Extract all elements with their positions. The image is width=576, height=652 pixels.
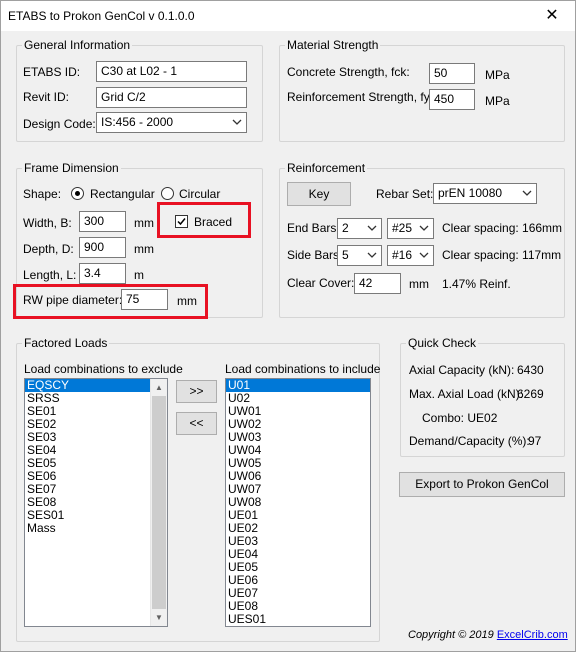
include-list-label: Load combinations to include xyxy=(225,362,381,376)
depth-input[interactable]: 900 xyxy=(79,237,126,258)
chevron-down-icon xyxy=(522,190,532,196)
demand-capacity-label: Demand/Capacity (%): xyxy=(409,434,530,448)
chevron-down-icon xyxy=(367,225,377,231)
side-bars-label: Side Bars: xyxy=(287,248,343,262)
braced-checkbox[interactable] xyxy=(175,215,188,228)
reinforcement-strength-label: Reinforcement Strength, fy: xyxy=(287,90,434,104)
close-icon[interactable]: ✕ xyxy=(529,1,575,31)
rw-pipe-diameter-unit: mm xyxy=(177,294,197,308)
chevron-down-icon xyxy=(419,225,429,231)
include-list-item[interactable]: UES01 xyxy=(226,613,370,626)
include-items: U01 U02 UW01 UW02 UW03 UW04 UW05 UW06 UW07 UW08 UE… xyxy=(226,379,370,626)
reinforcement-strength-input[interactable]: 450 xyxy=(429,89,475,110)
radio-dot-icon xyxy=(75,191,80,196)
include-listbox[interactable]: U01 U02 UW01 UW02 UW03 UW04 UW05 UW06 UW07 UW08 UE… xyxy=(225,378,371,627)
side-bars-count-select[interactable]: 5 xyxy=(337,245,382,266)
clear-cover-input[interactable]: 42 xyxy=(354,273,401,294)
checkmark-icon xyxy=(177,218,186,226)
add-combination-button[interactable]: >> xyxy=(176,380,217,403)
shape-circular-label: Circular xyxy=(179,187,221,201)
scroll-down-icon[interactable]: ▼ xyxy=(151,609,167,626)
shape-circular-radio[interactable] xyxy=(161,187,174,200)
chevron-down-icon xyxy=(367,252,377,258)
exclude-items: EQSCY SRSS SE01 SE02 SE03 SE04 SE05 SE06 SE07 SE0… xyxy=(25,379,167,535)
end-bars-clear-spacing: Clear spacing: 166mm xyxy=(442,221,563,235)
exclude-list-item[interactable]: Mass xyxy=(25,522,167,535)
governing-combo: Combo: UE02 xyxy=(422,411,498,425)
concrete-strength-input[interactable]: 50 xyxy=(429,63,475,84)
title-bar: ETABS to Prokon GenCol v 0.1.0.0 ✕ xyxy=(1,1,575,31)
chevron-down-icon xyxy=(232,119,242,125)
side-bars-count-value: 5 xyxy=(342,248,349,262)
design-code-select[interactable]: IS:456 - 2000 xyxy=(96,112,247,133)
scroll-thumb[interactable] xyxy=(152,396,166,609)
side-bars-size-select[interactable]: #16 xyxy=(387,245,434,266)
side-bars-clear-spacing: Clear spacing: 117mm xyxy=(442,248,562,262)
clear-cover-unit: mm xyxy=(409,277,429,291)
remove-combination-button[interactable]: << xyxy=(176,412,217,435)
shape-label: Shape: xyxy=(23,187,62,201)
exclude-listbox[interactable]: EQSCY SRSS SE01 SE02 SE03 SE04 SE05 SE06 SE07 SE0… xyxy=(24,378,168,627)
length-unit: m xyxy=(134,268,144,282)
rw-pipe-diameter-label: RW pipe diameter: xyxy=(23,293,123,307)
axial-capacity-label: Axial Capacity (kN): xyxy=(409,363,515,377)
etabs-id-label: ETABS ID: xyxy=(23,65,81,79)
exclude-scrollbar[interactable]: ▲ ▼ xyxy=(150,379,167,626)
reinforcement-legend: Reinforcement xyxy=(285,161,368,175)
revit-id-input[interactable]: Grid C/2 xyxy=(96,87,247,108)
concrete-strength-unit: MPa xyxy=(485,68,510,82)
exclude-list-label: Load combinations to exclude xyxy=(24,362,183,376)
export-button[interactable]: Export to Prokon GenCol xyxy=(399,472,565,497)
end-bars-label: End Bars: xyxy=(287,221,340,235)
main-window: ETABS to Prokon GenCol v 0.1.0.0 ✕ Gener… xyxy=(0,0,576,652)
demand-capacity-value: 97 xyxy=(528,434,542,448)
width-unit: mm xyxy=(134,216,154,230)
chevron-down-icon xyxy=(419,252,429,258)
etabs-id-input[interactable]: C30 at L02 - 1 xyxy=(96,61,247,82)
end-bars-count-value: 2 xyxy=(342,221,349,235)
shape-rectangular-label: Rectangular xyxy=(90,187,155,201)
max-axial-load-value: 6269 xyxy=(517,387,544,401)
end-bars-size-select[interactable]: #25 xyxy=(387,218,434,239)
depth-label: Depth, D: xyxy=(23,242,74,256)
reinforcement-strength-unit: MPa xyxy=(485,94,510,108)
copyright-text: Copyright © 2019 xyxy=(408,629,494,641)
shape-rectangular-radio[interactable] xyxy=(71,187,84,200)
side-bars-size-value: #16 xyxy=(392,248,413,262)
key-button[interactable]: Key xyxy=(287,182,351,206)
braced-label: Braced xyxy=(194,215,233,229)
design-code-value: IS:456 - 2000 xyxy=(101,115,174,129)
length-label: Length, L: xyxy=(23,268,77,282)
length-input[interactable]: 3.4 xyxy=(79,263,126,284)
revit-id-label: Revit ID: xyxy=(23,90,70,104)
design-code-label: Design Code: xyxy=(23,117,96,131)
concrete-strength-label: Concrete Strength, fck: xyxy=(287,65,410,79)
end-bars-size-value: #25 xyxy=(392,221,413,235)
footer-copyright: Copyright © 2019 ExcelCrib.com xyxy=(408,628,568,642)
width-label: Width, B: xyxy=(23,216,72,230)
material-strength-legend: Material Strength xyxy=(285,38,381,52)
rebar-set-value: prEN 10080 xyxy=(438,186,503,200)
excelcrib-link[interactable]: ExcelCrib.com xyxy=(497,629,568,641)
quick-check-legend: Quick Check xyxy=(406,336,479,350)
width-input[interactable]: 300 xyxy=(79,211,126,232)
rebar-set-select[interactable]: prEN 10080 xyxy=(433,183,537,204)
axial-capacity-value: 6430 xyxy=(517,363,544,377)
clear-cover-label: Clear Cover: xyxy=(287,276,355,290)
max-axial-load-label: Max. Axial Load (kN): xyxy=(409,387,524,401)
end-bars-count-select[interactable]: 2 xyxy=(337,218,382,239)
scroll-up-icon[interactable]: ▲ xyxy=(151,379,167,396)
rebar-set-label: Rebar Set: xyxy=(376,187,434,201)
factored-loads-legend: Factored Loads xyxy=(22,336,110,350)
rw-pipe-diameter-input[interactable]: 75 xyxy=(121,289,168,310)
depth-unit: mm xyxy=(134,242,154,256)
window-title: ETABS to Prokon GenCol v 0.1.0.0 xyxy=(8,9,195,23)
frame-dimension-legend: Frame Dimension xyxy=(22,161,121,175)
reinforcement-ratio: 1.47% Reinf. xyxy=(442,277,511,291)
general-information-legend: General Information xyxy=(22,38,133,52)
